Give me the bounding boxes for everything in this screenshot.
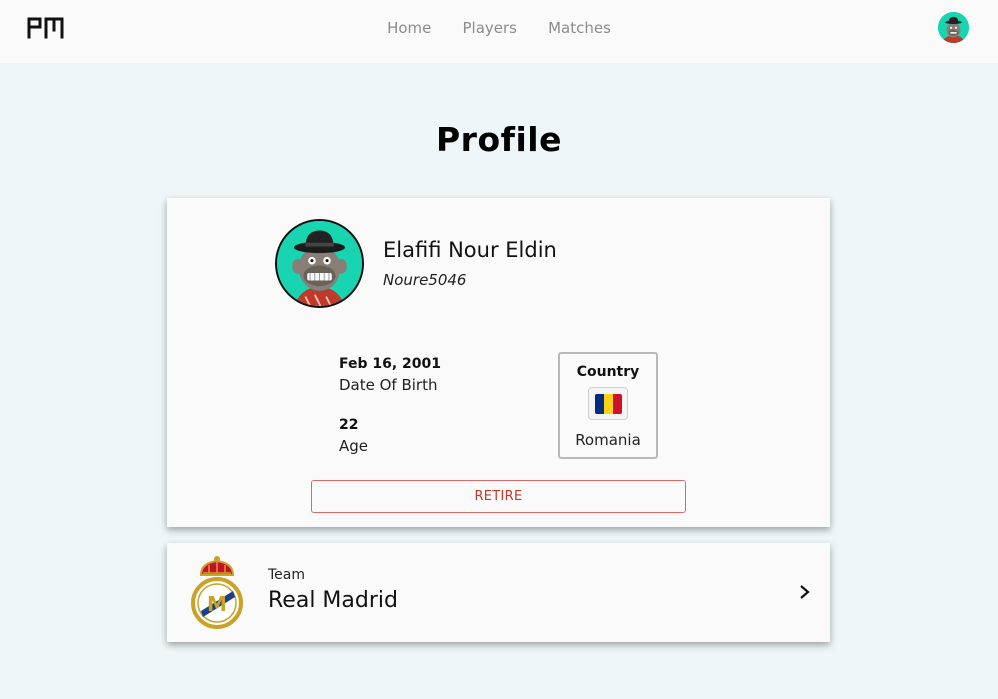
country-box: Country Romania — [558, 352, 658, 459]
dob-value: Feb 16, 2001 — [339, 356, 442, 372]
retire-button[interactable]: RETIRE — [311, 480, 686, 513]
nav-link-home[interactable]: Home — [387, 19, 431, 37]
flag-stripe-yellow — [604, 394, 613, 414]
top-navbar: Home Players Matches — [0, 0, 998, 63]
age-value: 22 — [339, 417, 359, 433]
team-label: Team — [268, 567, 306, 583]
flag-box — [588, 387, 628, 420]
ape-avatar-icon — [277, 221, 362, 306]
romania-flag-icon — [595, 394, 622, 414]
user-avatar-icon[interactable] — [938, 12, 969, 43]
flag-stripe-red — [613, 394, 622, 414]
profile-card: Elafifi Nour Eldin Noure5046 Feb 16, 200… — [167, 198, 830, 527]
real-madrid-crest-icon: M — [191, 556, 243, 629]
nav-link-matches[interactable]: Matches — [548, 19, 611, 37]
flag-stripe-blue — [595, 394, 604, 414]
country-name: Romania — [575, 431, 641, 449]
team-name: Real Madrid — [268, 588, 398, 613]
dob-label: Date Of Birth — [339, 376, 438, 394]
chevron-right-icon[interactable] — [797, 581, 813, 603]
country-title: Country — [576, 364, 640, 380]
player-name: Elafifi Nour Eldin — [383, 238, 557, 262]
page-title: Profile — [436, 120, 562, 159]
player-avatar — [275, 219, 364, 308]
svg-text:M: M — [207, 592, 227, 616]
nav-links: Home Players Matches — [0, 18, 998, 37]
age-label: Age — [339, 437, 369, 455]
player-username: Noure5046 — [383, 271, 467, 289]
team-card[interactable]: M Team Real Madrid — [167, 543, 830, 642]
nav-link-players[interactable]: Players — [462, 19, 517, 37]
